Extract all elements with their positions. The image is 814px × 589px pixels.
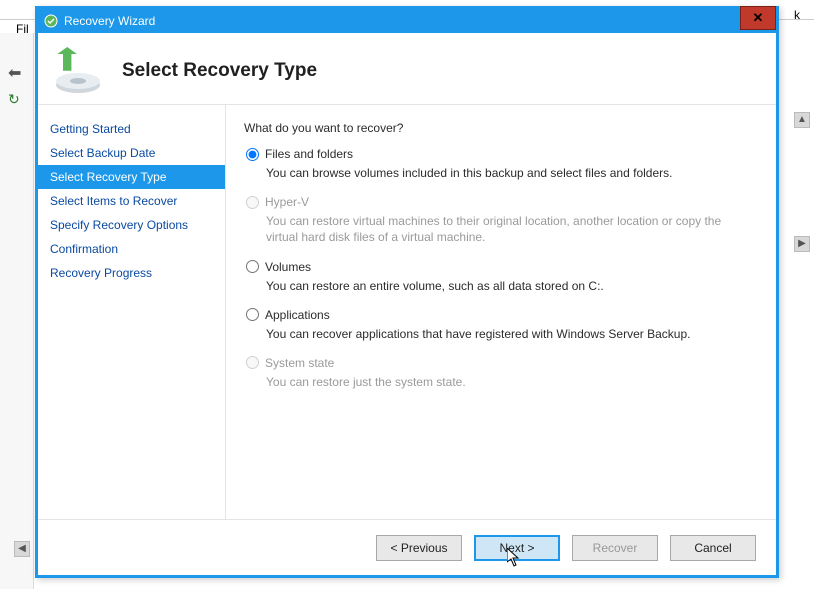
step-select-backup-date[interactable]: Select Backup Date [38,141,225,165]
option-system-state: System state You can restore just the sy… [244,356,754,390]
option-desc: You can restore just the system state. [266,374,754,390]
tree-refresh-icon: ↻ [8,91,20,108]
option-desc: You can restore an entire volume, such a… [266,278,754,294]
close-icon: ✕ [753,10,764,26]
step-select-items-to-recover[interactable]: Select Items to Recover [38,189,225,213]
scroll-up-button[interactable]: ▲ [794,112,810,128]
step-getting-started[interactable]: Getting Started [38,117,225,141]
radio-files-and-folders[interactable] [246,148,259,161]
step-specify-recovery-options[interactable]: Specify Recovery Options [38,213,225,237]
wizard-steps-sidebar: Getting Started Select Backup Date Selec… [38,105,226,519]
option-desc: You can browse volumes included in this … [266,165,754,181]
option-files-and-folders: Files and folders You can browse volumes… [244,147,754,181]
option-hyperv: Hyper-V You can restore virtual machines… [244,195,754,245]
scroll-right-button[interactable]: ▶ [794,236,810,252]
cancel-button[interactable]: Cancel [670,535,756,561]
wizard-footer: < Previous Next > Recover Cancel [38,519,776,575]
option-label: System state [265,356,334,370]
back-arrow-icon: ⬅ [8,63,21,83]
window-title: Recovery Wizard [64,14,155,28]
wizard-content-panel: What do you want to recover? Files and f… [226,105,776,519]
bg-letter-k: k [794,8,800,22]
option-label: Applications [265,308,330,322]
wizard-body: Getting Started Select Backup Date Selec… [38,105,776,519]
radio-hyperv [246,196,259,209]
step-select-recovery-type[interactable]: Select Recovery Type [38,165,225,189]
option-desc: You can recover applications that have r… [266,326,754,342]
option-label: Files and folders [265,147,353,161]
bg-left-toolbar: ⬅ ↻ [0,33,34,589]
wizard-header: Select Recovery Type [38,33,776,105]
radio-system-state [246,356,259,369]
option-desc: You can restore virtual machines to thei… [266,213,754,245]
recovery-prompt: What do you want to recover? [244,121,754,135]
page-title: Select Recovery Type [122,60,317,82]
recovery-header-icon [50,43,106,99]
next-button[interactable]: Next > [474,535,560,561]
option-applications: Applications You can recover application… [244,308,754,342]
recovery-wizard-dialog: Recovery Wizard ✕ Select Recovery Type G… [35,6,779,578]
radio-volumes[interactable] [246,260,259,273]
previous-button[interactable]: < Previous [376,535,462,561]
option-volumes: Volumes You can restore an entire volume… [244,260,754,294]
step-recovery-progress[interactable]: Recovery Progress [38,261,225,285]
recover-button: Recover [572,535,658,561]
option-label: Hyper-V [265,195,309,209]
close-button[interactable]: ✕ [740,6,776,30]
radio-applications[interactable] [246,308,259,321]
step-confirmation[interactable]: Confirmation [38,237,225,261]
scroll-left-button[interactable]: ◀ [14,541,30,557]
option-label: Volumes [265,260,311,274]
titlebar: Recovery Wizard ✕ [38,9,776,33]
wizard-app-icon [44,14,58,28]
